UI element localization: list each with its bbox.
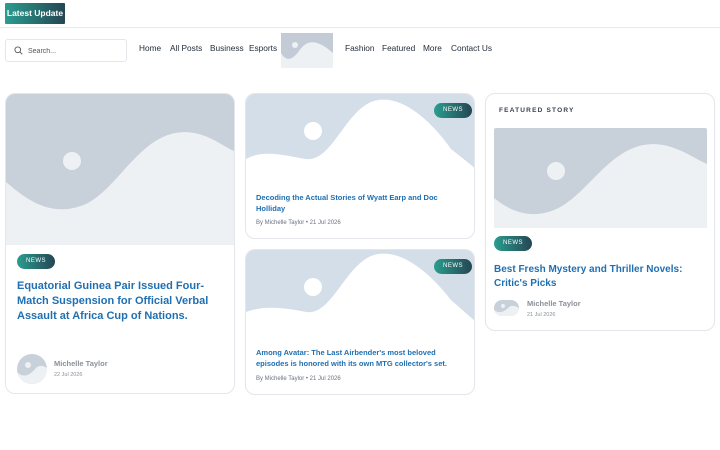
story-title[interactable]: Among Avatar: The Last Airbender's most … [256, 348, 466, 369]
main-story-card[interactable]: NEWS Equatorial Guinea Pair Issued Four-… [5, 93, 235, 394]
avatar [494, 300, 519, 316]
story-title[interactable]: Decoding the Actual Stories of Wyatt Ear… [256, 193, 466, 214]
nav-esports[interactable]: Esports [249, 43, 277, 53]
story-card[interactable]: NEWS Decoding the Actual Stories of Wyat… [245, 93, 475, 239]
nav-contact-us[interactable]: Contact Us [451, 43, 492, 53]
story-meta: By Michelle Taylor • 21 Jul 2026 [256, 376, 341, 382]
nav-fashion[interactable]: Fashion [345, 43, 375, 53]
news-badge[interactable]: NEWS [17, 254, 55, 269]
news-badge[interactable]: NEWS [494, 236, 532, 251]
search-icon [14, 46, 23, 55]
nav-business[interactable]: Business [210, 43, 244, 53]
author-name[interactable]: Michelle Taylor [54, 359, 108, 368]
image-placeholder-icon [281, 33, 333, 68]
nav-more[interactable]: More [423, 43, 442, 53]
featured-story-card[interactable]: FEATURED STORY NEWS Best Fresh Mystery a… [485, 93, 715, 331]
featured-story-label: FEATURED STORY [499, 107, 575, 114]
nav-thumbnail-image[interactable] [281, 33, 333, 68]
nav-all-posts[interactable]: All Posts [170, 43, 202, 53]
story-meta: By Michelle Taylor • 21 Jul 2026 [256, 220, 341, 226]
search-box[interactable] [5, 39, 127, 62]
avatar [17, 354, 47, 384]
top-bar: Latest Update [0, 0, 720, 28]
nav-featured[interactable]: Featured [382, 43, 415, 53]
search-input[interactable] [28, 44, 123, 58]
news-badge[interactable]: NEWS [434, 259, 472, 274]
main-story-title[interactable]: Equatorial Guinea Pair Issued Four-Match… [17, 279, 229, 324]
nav-home[interactable]: Home [139, 43, 161, 53]
post-date: 22 Jul 2026 [54, 372, 83, 378]
post-date: 21 Jul 2026 [527, 312, 556, 318]
author-name[interactable]: Michelle Taylor [527, 299, 581, 308]
featured-image [494, 128, 707, 228]
latest-update-button[interactable]: Latest Update [5, 3, 65, 24]
story-card[interactable]: NEWS Among Avatar: The Last Airbender's … [245, 249, 475, 395]
main-story-image [6, 94, 234, 245]
featured-story-title[interactable]: Best Fresh Mystery and Thriller Novels: … [494, 263, 706, 290]
news-badge[interactable]: NEWS [434, 103, 472, 118]
